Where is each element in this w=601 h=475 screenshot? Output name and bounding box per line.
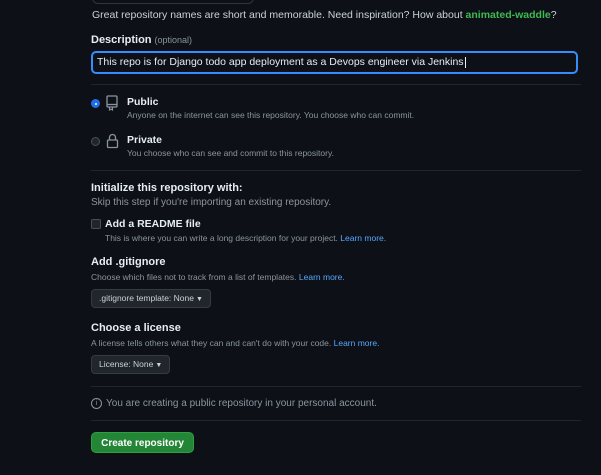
initialize-subtitle: Skip this step if you're importing an ex… — [91, 197, 332, 208]
readme-label[interactable]: Add a README file — [105, 218, 201, 230]
description-label: Description (optional) — [91, 34, 192, 46]
readme-desc-text: This is where you can write a long descr… — [105, 233, 338, 243]
public-title[interactable]: Public — [127, 96, 159, 108]
private-title[interactable]: Private — [127, 134, 162, 146]
description-label-text: Description — [91, 34, 152, 46]
license-select-value: License: None — [99, 359, 154, 369]
public-radio[interactable] — [91, 99, 100, 108]
license-title: Choose a license — [91, 322, 181, 334]
repository-name-field-edge — [92, 0, 254, 4]
suggested-name-link[interactable]: animated-waddle — [466, 9, 551, 21]
repo-icon — [106, 95, 118, 111]
readme-learn-more-link[interactable]: Learn more. — [340, 233, 386, 243]
divider — [91, 84, 581, 85]
license-desc: A license tells others what they can and… — [91, 338, 379, 348]
license-select[interactable]: License: None ▼ — [91, 355, 171, 374]
divider — [91, 170, 581, 171]
info-icon: i — [91, 398, 102, 409]
gitignore-desc-text: Choose which files not to track from a l… — [91, 272, 297, 282]
description-input[interactable]: This repo is for Django todo app deploym… — [91, 51, 578, 74]
create-repository-button[interactable]: Create repository — [91, 432, 194, 453]
gitignore-title: Add .gitignore — [91, 256, 166, 268]
visibility-notice: i You are creating a public repository in… — [91, 398, 377, 409]
chevron-down-icon: ▼ — [195, 296, 203, 303]
chevron-down-icon: ▼ — [155, 362, 163, 369]
public-desc: Anyone on the internet can see this repo… — [127, 110, 415, 120]
license-learn-more-link[interactable]: Learn more. — [334, 338, 380, 348]
gitignore-template-select[interactable]: .gitignore template: None ▼ — [91, 289, 211, 308]
create-repo-form: Great repository names are short and mem… — [0, 0, 601, 475]
hint-suffix: ? — [550, 9, 557, 21]
notice-text: You are creating a public repository in … — [106, 398, 377, 410]
gitignore-desc: Choose which files not to track from a l… — [91, 272, 345, 282]
gitignore-select-value: .gitignore template: None — [99, 293, 194, 303]
initialize-title: Initialize this repository with: — [91, 182, 243, 194]
readme-checkbox[interactable] — [91, 219, 101, 229]
description-value: This repo is for Django todo app deploym… — [97, 56, 464, 68]
optional-tag: (optional) — [154, 35, 193, 45]
name-suggestion-hint: Great repository names are short and mem… — [92, 9, 557, 21]
gitignore-learn-more-link[interactable]: Learn more. — [299, 272, 345, 282]
lock-icon — [106, 133, 119, 149]
text-cursor — [464, 56, 466, 68]
license-desc-text: A license tells others what they can and… — [91, 338, 332, 348]
divider — [91, 386, 581, 387]
readme-desc: This is where you can write a long descr… — [105, 233, 386, 243]
private-radio[interactable] — [91, 137, 100, 146]
divider — [91, 420, 581, 421]
private-desc: You choose who can see and commit to thi… — [127, 148, 334, 158]
hint-text: Great repository names are short and mem… — [92, 9, 466, 21]
